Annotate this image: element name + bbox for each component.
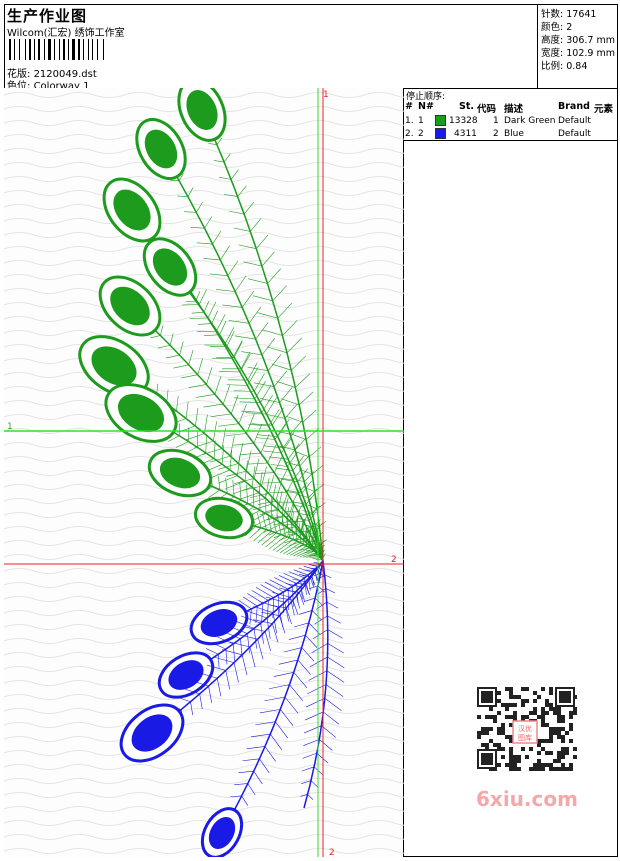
color-swatch xyxy=(435,128,446,139)
qr-code-image: 汉优 图库 xyxy=(469,683,583,775)
guide-label-top: 1 xyxy=(323,90,329,100)
row-brand: Default xyxy=(558,116,591,126)
row-desc: Blue xyxy=(504,129,524,139)
width-row: 宽度: 102.9 mm xyxy=(541,45,615,59)
svg-text:图库: 图库 xyxy=(518,733,532,742)
guide-label-left: 1 xyxy=(7,422,13,432)
row-stitches: 13328 xyxy=(449,116,478,126)
scale-value: 0.84 xyxy=(566,61,588,72)
col-header-desc: 描述 xyxy=(504,104,524,115)
barcode-image xyxy=(9,39,104,60)
row-brand: Default xyxy=(558,129,591,139)
stats-panel: 针数: 17641 颜色: 2 高度: 306.7 mm 宽度: 102.9 m… xyxy=(537,4,618,88)
scale-label: 比例: xyxy=(541,61,564,72)
embroidery-design-canvas: 1 1 2 2 xyxy=(4,78,404,859)
col-header-stitches: St. xyxy=(459,101,474,112)
page-title: 生产作业图 xyxy=(7,7,88,25)
stop-sequence-table: 停止顺序: # N# St. 代码 描述 Brand 元素 1. 1 13328… xyxy=(404,88,618,141)
watermark-text: 6xiu.com xyxy=(476,787,578,811)
col-header-element: 元素 xyxy=(594,104,614,115)
row-num: 1. xyxy=(405,116,414,126)
row-needle: 1 xyxy=(418,116,424,126)
peacock-feather-artwork: 1 1 2 2 xyxy=(4,78,404,859)
scale-row: 比例: 0.84 xyxy=(541,58,587,72)
height-row: 高度: 306.7 mm xyxy=(541,32,615,46)
col-header-brand: Brand xyxy=(558,101,590,112)
color-swatch xyxy=(435,115,446,126)
row-code: 2 xyxy=(493,129,499,139)
company-name: Wilcom(汇宏) 绣饰工作室 xyxy=(7,28,125,39)
row-needle: 2 xyxy=(418,129,424,139)
col-header-num: # xyxy=(405,101,413,112)
row-num: 2. xyxy=(405,129,414,139)
header-panel: 生产作业图 Wilcom(汇宏) 绣饰工作室 花版: 2120049.dst 色… xyxy=(4,4,618,92)
row-code: 1 xyxy=(493,116,499,126)
stitch-count-row: 针数: 17641 xyxy=(541,6,596,20)
guide-label-bottom: 2 xyxy=(329,848,335,857)
color-count-row: 颜色: 2 xyxy=(541,19,572,33)
row-desc: Dark Green xyxy=(504,116,556,126)
guide-label-right: 2 xyxy=(391,555,397,565)
row-stitches: 4311 xyxy=(454,129,477,139)
col-header-needle: N# xyxy=(418,101,434,112)
col-header-code: 代码 xyxy=(477,104,497,115)
svg-text:汉优: 汉优 xyxy=(518,724,532,733)
